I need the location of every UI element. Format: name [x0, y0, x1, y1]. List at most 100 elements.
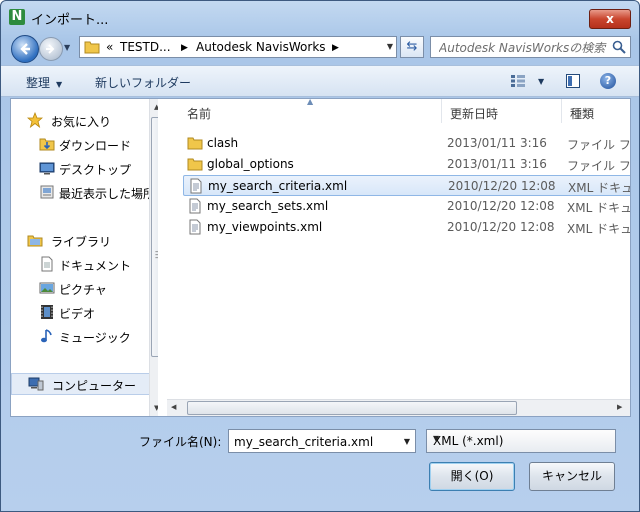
breadcrumb-navisworks[interactable]: Autodesk NavisWorks: [196, 40, 326, 54]
xml-file-icon: [189, 198, 201, 214]
search-box[interactable]: [430, 36, 631, 58]
star-icon: [27, 112, 43, 128]
view-options-dropdown-icon[interactable]: ▼: [538, 77, 544, 86]
nav-music[interactable]: ミュージック: [11, 325, 157, 347]
nav-libraries[interactable]: ライブラリ: [11, 229, 157, 251]
file-name: my_viewpoints.xml: [207, 220, 323, 234]
filename-combobox[interactable]: ▼: [228, 429, 416, 453]
navigation-bar: ▼ « TESTD... ▶ Autodesk NavisWorks ▶ ▼ ⇆: [1, 31, 639, 65]
column-header-date[interactable]: 更新日時: [442, 99, 562, 123]
chevron-down-icon[interactable]: ▼: [433, 434, 610, 443]
column-header-name[interactable]: 名前 ▲: [167, 99, 442, 123]
scroll-right-icon[interactable]: ▶: [617, 403, 622, 411]
filename-input[interactable]: [232, 431, 398, 453]
nav-documents[interactable]: ドキュメント: [11, 253, 157, 275]
file-list-horizontal-scrollbar[interactable]: ◀ ▶: [167, 399, 630, 416]
horizontal-scrollbar-thumb[interactable]: [187, 401, 517, 415]
nav-desktop[interactable]: デスクトップ: [11, 157, 157, 179]
nav-favorites[interactable]: お気に入り: [11, 109, 157, 131]
view-options-icon[interactable]: [510, 74, 532, 88]
close-button[interactable]: x: [589, 9, 631, 29]
chevron-down-icon: ▼: [56, 80, 63, 89]
refresh-button[interactable]: ⇆: [400, 36, 424, 58]
file-date: 2010/12/20 12:08: [447, 199, 555, 213]
recent-places-icon: [40, 185, 54, 199]
file-name: my_search_criteria.xml: [208, 179, 348, 193]
file-row-selected[interactable]: my_search_criteria.xml 2010/12/20 12:08 …: [183, 175, 630, 196]
file-name: clash: [207, 136, 239, 150]
address-bar[interactable]: « TESTD... ▶ Autodesk NavisWorks ▶ ▼: [79, 36, 397, 58]
folder-icon: [187, 137, 203, 150]
file-name: my_search_sets.xml: [207, 199, 329, 213]
file-name: global_options: [207, 157, 294, 171]
file-list: 名前 ▲ 更新日時 種類 clash 2013/01/11 3:16 ファイル …: [167, 99, 630, 416]
scroll-up-icon[interactable]: ▲: [154, 103, 158, 111]
xml-file-icon: [190, 178, 202, 194]
nav-pictures-label: ピクチャ: [59, 283, 107, 297]
chevron-down-icon[interactable]: ▼: [404, 437, 410, 446]
nav-videos[interactable]: ビデオ: [11, 301, 157, 323]
music-icon: [41, 329, 52, 343]
folder-icon: [187, 158, 203, 171]
nav-computer[interactable]: コンピューター: [11, 373, 157, 395]
forward-button[interactable]: [39, 37, 63, 61]
file-date: 2010/12/20 12:08: [448, 179, 556, 193]
file-row[interactable]: my_viewpoints.xml 2010/12/20 12:08 XML ド…: [183, 217, 630, 238]
xml-file-icon: [189, 219, 201, 235]
preview-pane-icon[interactable]: [566, 74, 580, 88]
navigation-scrollbar-thumb[interactable]: ———: [151, 117, 158, 357]
new-folder-button[interactable]: 新しいフォルダー: [95, 74, 191, 91]
breadcrumb-separator-icon[interactable]: ▶: [332, 43, 339, 53]
nav-music-label: ミュージック: [59, 331, 131, 345]
column-header-type[interactable]: 種類: [562, 99, 630, 123]
grip-icon: ———: [155, 248, 158, 262]
column-header-name-label: 名前: [187, 107, 212, 121]
filename-label: ファイル名(N):: [139, 435, 222, 449]
sort-ascending-icon: ▲: [307, 99, 314, 106]
navisworks-app-icon: N: [9, 9, 25, 25]
file-type: XML ドキュメ: [567, 201, 630, 215]
file-date: 2013/01/11 3:16: [447, 136, 547, 150]
documents-icon: [41, 256, 53, 272]
back-button[interactable]: [11, 35, 39, 63]
column-header-type-label: 種類: [570, 107, 595, 121]
file-row[interactable]: clash 2013/01/11 3:16 ファイル フォ: [183, 133, 630, 154]
nav-documents-label: ドキュメント: [59, 259, 132, 273]
nav-downloads[interactable]: ダウンロード: [11, 133, 157, 155]
scroll-down-icon[interactable]: ▼: [154, 404, 158, 412]
open-button[interactable]: 開く(O): [429, 462, 515, 491]
file-row[interactable]: my_search_sets.xml 2010/12/20 12:08 XML …: [183, 196, 630, 217]
breadcrumb-separator-icon[interactable]: ▶: [181, 43, 188, 53]
organize-label: 整理: [26, 76, 51, 90]
column-header-date-label: 更新日時: [450, 107, 499, 121]
breadcrumb-overflow[interactable]: «: [106, 40, 113, 54]
help-icon[interactable]: ?: [600, 73, 616, 89]
address-dropdown-icon[interactable]: ▼: [387, 42, 393, 51]
file-type: ファイル フォ: [567, 159, 630, 173]
arrow-left-icon: [20, 43, 30, 55]
file-row[interactable]: global_options 2013/01/11 3:16 ファイル フォ: [183, 154, 630, 175]
breadcrumb-testd[interactable]: TESTD...: [120, 40, 171, 54]
navigation-pane: お気に入り ダウンロード デスクトップ 最近表示した場所 ライブラリ ドキュメン…: [11, 99, 158, 416]
computer-icon: [28, 377, 44, 391]
import-dialog: N インポート... x ▼ « TESTD... ▶ Autodesk Nav…: [0, 0, 640, 512]
filetype-select[interactable]: XML (*.xml) ▼: [426, 429, 616, 453]
nav-pictures[interactable]: ピクチャ: [11, 277, 157, 299]
search-input[interactable]: [437, 38, 611, 58]
title-bar: N インポート... x: [1, 1, 639, 31]
recent-pages-dropdown[interactable]: ▼: [64, 43, 74, 53]
file-date: 2010/12/20 12:08: [447, 220, 555, 234]
search-icon[interactable]: [612, 40, 626, 54]
organize-button[interactable]: 整理 ▼: [26, 74, 62, 91]
scroll-left-icon[interactable]: ◀: [171, 403, 176, 411]
nav-recent-places[interactable]: 最近表示した場所: [11, 181, 157, 203]
cancel-button[interactable]: キャンセル: [529, 462, 615, 491]
refresh-icon: ⇆: [406, 39, 418, 54]
downloads-folder-icon: [39, 138, 55, 151]
window-title: インポート...: [31, 13, 109, 28]
navigation-scrollbar[interactable]: ▲ ——— ▼: [149, 99, 158, 416]
pictures-icon: [39, 282, 55, 294]
file-date: 2013/01/11 3:16: [447, 157, 547, 171]
nav-favorites-label: お気に入り: [51, 115, 112, 129]
nav-recent-places-label: 最近表示した場所: [59, 187, 156, 201]
